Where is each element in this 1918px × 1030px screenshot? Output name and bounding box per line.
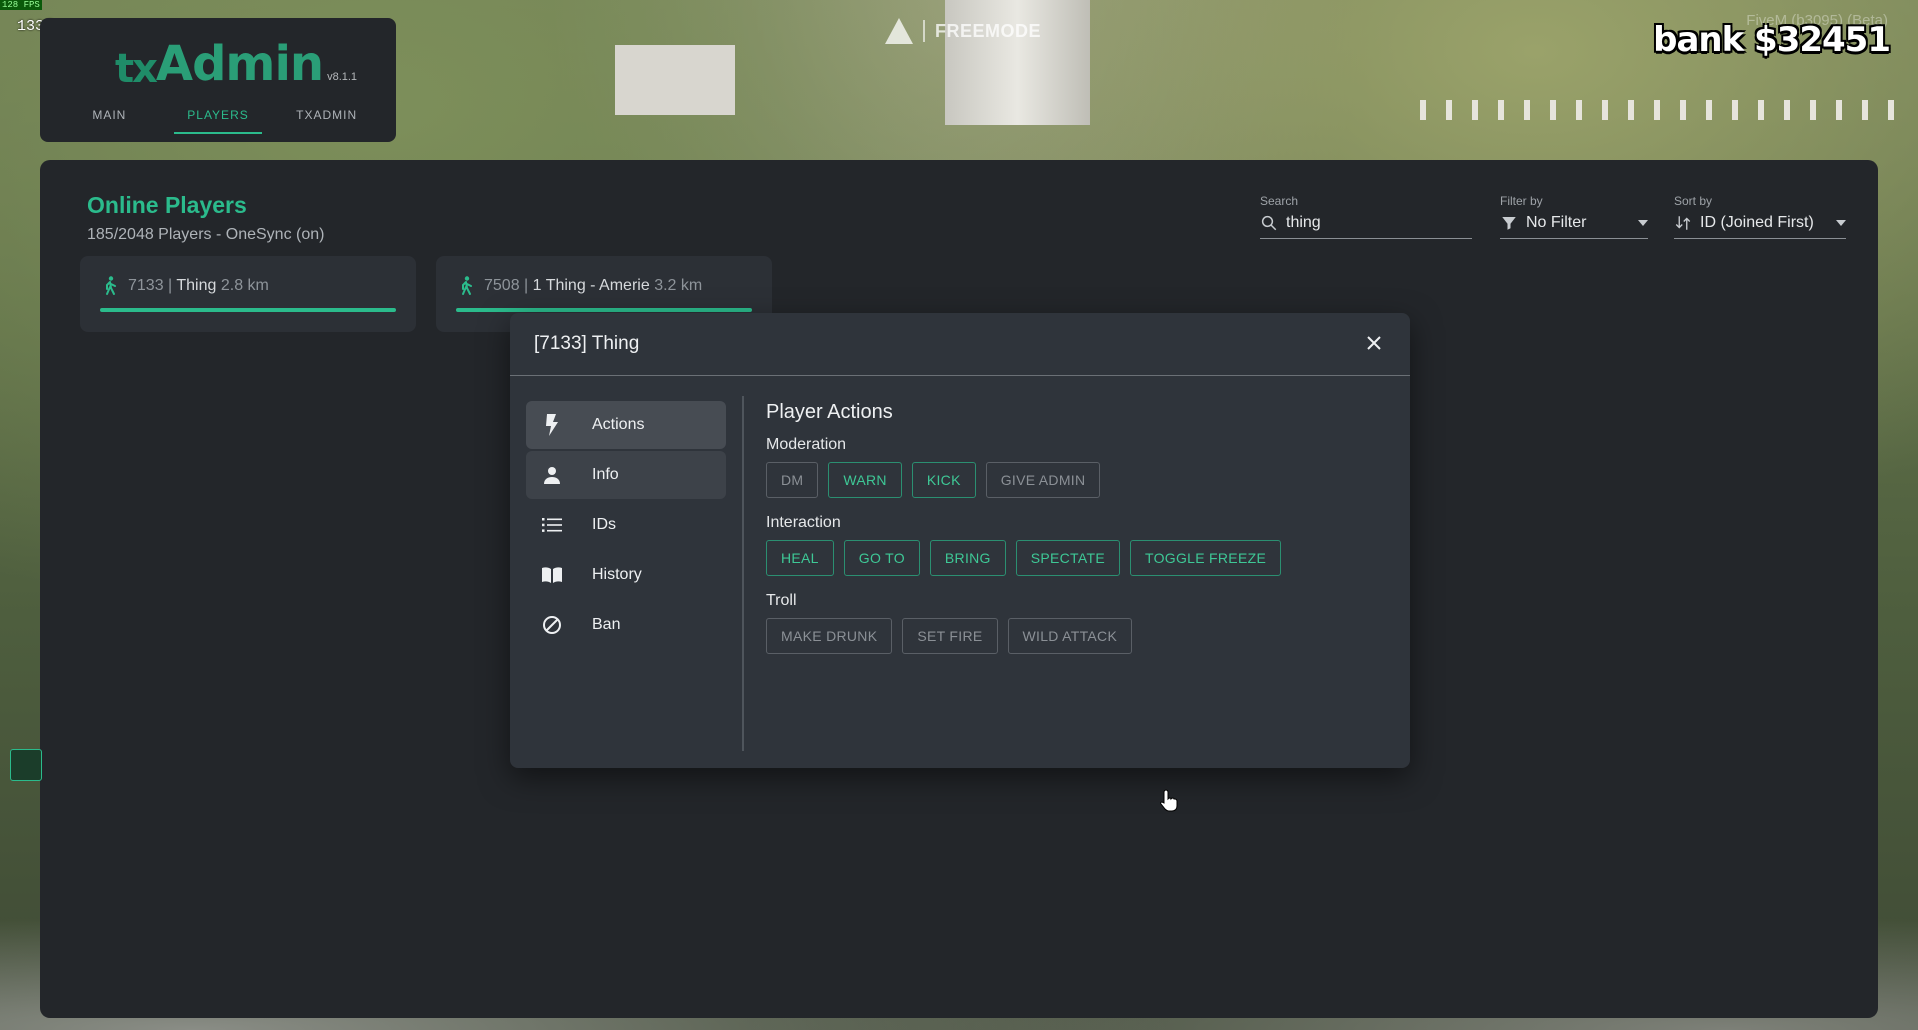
chevron-down-icon: [1638, 220, 1648, 226]
dm-button[interactable]: DM: [766, 462, 819, 498]
warn-button[interactable]: WARN: [828, 462, 902, 498]
filter-icon: [1502, 217, 1516, 230]
set-fire-button[interactable]: SET FIRE: [902, 618, 998, 654]
interaction-buttons: HEAL GO TO BRING SPECTATE TOGGLE FREEZE: [766, 540, 1386, 576]
filter-field: Filter by No Filter: [1500, 194, 1648, 239]
player-distance: 3.2 km: [654, 277, 703, 294]
modal-divider: [742, 396, 744, 751]
list-icon: [540, 513, 564, 537]
page-title: Online Players: [87, 192, 247, 218]
player-id: 7133: [128, 277, 164, 294]
sidebar-item-label: Ban: [592, 616, 621, 633]
actions-content: Player Actions Moderation DM WARN KICK G…: [766, 401, 1386, 654]
tab-txadmin[interactable]: TXADMIN: [272, 98, 381, 134]
close-icon[interactable]: [1364, 333, 1384, 353]
brand-admin: Admin: [155, 36, 324, 92]
txadmin-header: tx Admin v8.1.1 MAIN PLAYERS TXADMIN: [40, 18, 396, 142]
troll-buttons: MAKE DRUNK SET FIRE WILD ATTACK: [766, 618, 1386, 654]
search-field: Search: [1260, 194, 1472, 239]
hand-cursor-icon: [1160, 789, 1178, 812]
freemode-indicator: FREEMODE: [885, 18, 1041, 44]
modal-header: [7133] Thing: [510, 313, 1410, 376]
filter-select[interactable]: No Filter: [1500, 214, 1648, 239]
bolt-icon: [540, 413, 564, 437]
kick-button[interactable]: KICK: [911, 462, 976, 498]
sidebar-item-label: Info: [592, 466, 619, 483]
sidebar-item-label: Actions: [592, 416, 645, 433]
player-id: 7508: [484, 277, 520, 294]
player-card[interactable]: 7133 | Thing 2.8 km: [80, 256, 416, 332]
chevron-down-icon: [1836, 220, 1846, 226]
sort-value: ID (Joined First): [1700, 214, 1814, 231]
sort-label: Sort by: [1674, 194, 1713, 208]
bring-button[interactable]: BRING: [929, 540, 1006, 576]
spectate-button[interactable]: SPECTATE: [1015, 540, 1120, 576]
book-icon: [540, 563, 564, 587]
player-name: 1 Thing - Amerie: [532, 277, 650, 294]
give-admin-button[interactable]: GIVE ADMIN: [985, 462, 1101, 498]
sidebar-item-label: IDs: [592, 516, 616, 533]
game-house: [615, 45, 735, 115]
sidebar-item-history[interactable]: History: [526, 551, 726, 599]
fps-counter-small: 128 FPS: [0, 0, 42, 10]
version-label: v8.1.1: [327, 71, 358, 83]
sidebar-item-info[interactable]: Info: [526, 451, 726, 499]
tab-main[interactable]: MAIN: [55, 98, 164, 134]
sort-select[interactable]: ID (Joined First): [1674, 214, 1846, 239]
brand-tx: tx: [115, 46, 158, 92]
section-title-troll: Troll: [766, 592, 797, 609]
section-title-interaction: Interaction: [766, 514, 841, 531]
sidebar-item-ban[interactable]: Ban: [526, 601, 726, 649]
sidebar-item-ids[interactable]: IDs: [526, 501, 726, 549]
search-input[interactable]: [1286, 214, 1446, 232]
sort-field: Sort by ID (Joined First): [1674, 194, 1846, 239]
tab-players[interactable]: PLAYERS: [164, 98, 273, 134]
make-drunk-button[interactable]: MAKE DRUNK: [766, 618, 893, 654]
heal-button[interactable]: HEAL: [766, 540, 834, 576]
txadmin-logo: tx Admin v8.1.1: [115, 36, 357, 92]
freemode-separator: [923, 20, 925, 42]
player-distance: 2.8 km: [220, 277, 269, 294]
player-modal: [7133] Thing Actions Info IDs History Ba…: [510, 313, 1410, 812]
modal-title: [7133] Thing: [534, 333, 640, 354]
wild-attack-button[interactable]: WILD ATTACK: [1007, 618, 1133, 654]
freemode-logo-icon: [885, 18, 913, 44]
player-health-bar: [100, 308, 396, 312]
player-health-bar: [456, 308, 752, 312]
ban-icon: [540, 613, 564, 637]
modal-sidebar: Actions Info IDs History Ban: [526, 401, 726, 651]
sort-icon: [1675, 216, 1691, 230]
freemode-label: FREEMODE: [935, 20, 1042, 41]
moderation-buttons: DM WARN KICK GIVE ADMIN: [766, 462, 1386, 498]
walking-person-icon: [462, 276, 472, 295]
player-count: 185/2048 Players - OneSync (on): [87, 226, 325, 243]
shield-icon: [10, 749, 42, 781]
person-icon: [540, 463, 564, 487]
filter-label: Filter by: [1500, 194, 1543, 208]
sidebar-item-label: History: [592, 566, 642, 583]
content-title: Player Actions: [766, 401, 893, 423]
toggle-freeze-button[interactable]: TOGGLE FREEZE: [1129, 540, 1282, 576]
search-label: Search: [1260, 194, 1299, 208]
goto-button[interactable]: GO TO: [843, 540, 920, 576]
game-fence: [1420, 100, 1900, 120]
walking-person-icon: [106, 276, 116, 295]
sidebar-item-actions[interactable]: Actions: [526, 401, 726, 449]
player-name: Thing: [176, 277, 217, 294]
bank-balance: bank $32451: [1653, 20, 1891, 60]
main-tabs: MAIN PLAYERS TXADMIN: [55, 98, 381, 134]
section-title-moderation: Moderation: [766, 436, 847, 453]
filter-value: No Filter: [1526, 214, 1587, 231]
search-icon: [1261, 215, 1277, 231]
